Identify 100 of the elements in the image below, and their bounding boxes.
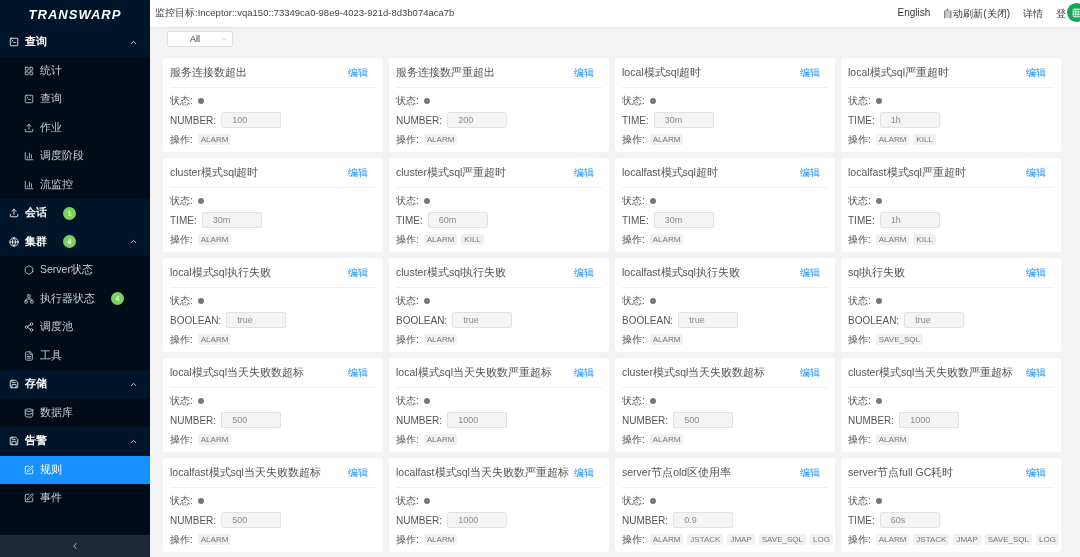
status-dot <box>197 497 204 504</box>
action-tag: ALARM <box>423 434 458 446</box>
status-dot <box>197 397 204 404</box>
field-label: TIME: <box>622 114 649 126</box>
edit-link[interactable]: 编辑 <box>1026 365 1046 380</box>
edit-link[interactable]: 编辑 <box>800 65 820 80</box>
rule-title: local模式sql当天失败数超标 <box>170 365 305 380</box>
section-label: 集群 <box>25 234 47 249</box>
ops-label: 操作: <box>622 132 645 147</box>
field-label: NUMBER: <box>396 114 443 126</box>
edit-link[interactable]: 编辑 <box>574 265 594 280</box>
edit-link[interactable]: 编辑 <box>348 265 368 280</box>
edit-link[interactable]: 编辑 <box>348 65 368 80</box>
rule-title: cluster模式sql当天失败数超标 <box>622 365 766 380</box>
field-label: NUMBER: <box>848 414 895 426</box>
edit-link[interactable]: 编辑 <box>348 465 368 480</box>
header-link[interactable]: English <box>897 6 931 21</box>
field-label: NUMBER: <box>622 514 669 526</box>
ops-label: 操作: <box>170 232 193 247</box>
edit-link[interactable]: 编辑 <box>574 165 594 180</box>
action-tag: JSTACK <box>687 534 724 546</box>
sidebar-item[interactable]: 规则 <box>0 455 150 484</box>
action-tag: ALARM <box>423 234 458 246</box>
edit-link[interactable]: 编辑 <box>1026 465 1046 480</box>
rule-title: local模式sql当天失败数严重超标 <box>396 365 553 380</box>
field-label: NUMBER: <box>170 514 217 526</box>
status-dot <box>649 297 656 304</box>
action-tag: JMAP <box>727 534 755 546</box>
status-label: 状态: <box>848 493 871 508</box>
action-tag: LOG <box>810 534 833 546</box>
action-tag: ALARM <box>649 434 684 446</box>
edit-link[interactable]: 编辑 <box>800 165 820 180</box>
action-tag: ALARM <box>423 534 458 546</box>
field-label: TIME: <box>848 214 875 226</box>
edit-link[interactable]: 编辑 <box>1026 265 1046 280</box>
ops-label: 操作: <box>848 332 871 347</box>
edit-link[interactable]: 编辑 <box>800 265 820 280</box>
grid-icon <box>24 65 34 76</box>
edit-link[interactable]: 编辑 <box>348 365 368 380</box>
ops-label: 操作: <box>396 532 419 547</box>
status-dot <box>197 97 204 104</box>
ops-label: 操作: <box>622 332 645 347</box>
item-label: 查询 <box>40 92 62 107</box>
rule-title: 服务连接数严重超出 <box>396 65 495 80</box>
action-tag: ALARM <box>875 234 910 246</box>
status-dot <box>649 397 656 404</box>
status-label: 状态: <box>848 393 871 408</box>
action-tag: ALARM <box>649 534 684 546</box>
network-icon <box>24 293 34 304</box>
edit-link[interactable]: 编辑 <box>574 65 594 80</box>
rule-title: 服务连接数超出 <box>170 65 247 80</box>
edit-link[interactable]: 编辑 <box>800 465 820 480</box>
status-label: 状态: <box>396 393 419 408</box>
action-tag: ALARM <box>649 334 684 346</box>
status-dot <box>875 497 882 504</box>
ops-label: 操作: <box>170 332 193 347</box>
field-label: NUMBER: <box>622 414 669 426</box>
edit-link[interactable]: 编辑 <box>574 465 594 480</box>
ops-label: 操作: <box>848 232 871 247</box>
header-link[interactable]: 详情 <box>1023 6 1043 21</box>
ops-label: 操作: <box>622 232 645 247</box>
document-icon <box>24 350 34 361</box>
action-tag: ALARM <box>875 534 910 546</box>
edit-link[interactable]: 编辑 <box>800 365 820 380</box>
sidebar-section[interactable]: 告警 <box>0 427 150 456</box>
sidebar-section[interactable]: 查询 <box>0 28 150 57</box>
header-link[interactable]: 自动刷新(关闭) <box>943 6 1010 21</box>
rule-title: server节点full GC耗时 <box>848 465 954 480</box>
status-dot <box>423 397 430 404</box>
field-label: NUMBER: <box>396 414 443 426</box>
globe-icon <box>9 236 19 247</box>
item-label: 规则 <box>40 462 62 477</box>
status-dot <box>875 197 882 204</box>
field-label: BOOLEAN: <box>848 314 900 326</box>
status-label: 状态: <box>848 93 871 108</box>
edit-link[interactable]: 编辑 <box>1026 65 1046 80</box>
filter-select[interactable]: All <box>167 31 233 47</box>
edit-link[interactable]: 编辑 <box>1026 165 1046 180</box>
edit-link[interactable]: 编辑 <box>574 365 594 380</box>
status-label: 状态: <box>622 193 645 208</box>
edit-link[interactable]: 编辑 <box>348 165 368 180</box>
field-label: BOOLEAN: <box>170 314 222 326</box>
section-label: 告警 <box>25 434 47 449</box>
field-label: BOOLEAN: <box>396 314 448 326</box>
action-tag: KILL <box>913 134 936 146</box>
status-label: 状态: <box>170 293 193 308</box>
status-label: 状态: <box>622 493 645 508</box>
item-label: 事件 <box>40 491 62 506</box>
status-dot <box>875 297 882 304</box>
status-label: 状态: <box>170 193 193 208</box>
section-label: 存储 <box>25 377 47 392</box>
action-tag: ALARM <box>197 234 232 246</box>
upload-icon <box>24 122 34 133</box>
section-label: 会话 <box>25 206 47 221</box>
header-link[interactable]: 登 <box>1056 6 1066 21</box>
rule-title: sql执行失败 <box>848 265 906 280</box>
sidebar-section[interactable]: 存储 <box>0 370 150 399</box>
item-label: 作业 <box>40 120 62 135</box>
action-tag: ALARM <box>649 134 684 146</box>
rule-title: local模式sql执行失败 <box>170 265 272 280</box>
